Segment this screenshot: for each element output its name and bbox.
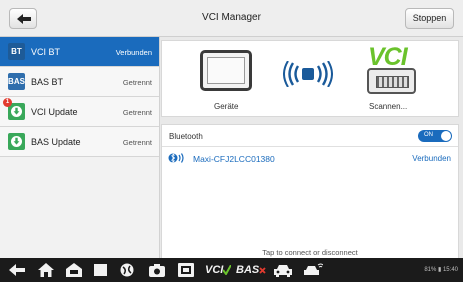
list-item-bas-update[interactable]: BAS Update Getrennt bbox=[0, 127, 159, 157]
status-indicators: 81% ▮ 15:40 bbox=[424, 267, 458, 273]
download-icon bbox=[8, 133, 25, 150]
car-icon[interactable] bbox=[274, 262, 292, 278]
tablet-icon[interactable] bbox=[200, 50, 252, 91]
notification-badge: 1 bbox=[3, 98, 12, 107]
camera-icon[interactable] bbox=[149, 262, 165, 278]
remote-car-icon[interactable] bbox=[303, 262, 323, 278]
list-item-label: BAS BT bbox=[31, 77, 64, 87]
vci-status-icon bbox=[223, 265, 232, 275]
back-icon[interactable] bbox=[9, 262, 25, 278]
connection-list: BT VCI BT Verbunden BAS BAS BT Getrennt … bbox=[0, 37, 160, 258]
bas-status-icon bbox=[259, 266, 266, 274]
signal-icon bbox=[283, 61, 333, 87]
list-item-status: Getrennt bbox=[122, 78, 152, 87]
device-status: Verbunden bbox=[412, 154, 451, 163]
bluetooth-title: Bluetooth bbox=[169, 132, 203, 141]
bas-shortcut-label: BAS bbox=[236, 264, 260, 276]
car-home-icon[interactable] bbox=[66, 262, 82, 278]
list-item-vci-update[interactable]: 1 VCI Update Getrennt bbox=[0, 97, 159, 127]
bluetooth-device-row[interactable]: Maxi-CFJ2LCC01380 Verbunden bbox=[162, 147, 458, 169]
bluetooth-header: Bluetooth ON bbox=[162, 125, 458, 147]
devices-label: Geräte bbox=[214, 102, 239, 111]
home-icon[interactable] bbox=[38, 262, 54, 278]
bas-shortcut[interactable]: BAS bbox=[236, 262, 266, 278]
list-item-label: VCI BT bbox=[31, 47, 61, 57]
bluetooth-panel: Bluetooth ON Maxi-CFJ2LCC01380 Verbunden… bbox=[161, 124, 459, 259]
toggle-knob bbox=[441, 131, 451, 141]
list-item-vci-bt[interactable]: BT VCI BT Verbunden bbox=[0, 37, 159, 67]
stop-button[interactable]: Stoppen bbox=[405, 8, 454, 29]
vci-device-icon[interactable] bbox=[367, 68, 416, 94]
scan-label: Scannen... bbox=[369, 102, 408, 111]
list-item-label: VCI Update bbox=[31, 107, 78, 117]
list-item-label: BAS Update bbox=[31, 137, 81, 147]
browser-icon[interactable] bbox=[120, 262, 134, 278]
recent-apps-icon[interactable] bbox=[94, 262, 107, 278]
bas-icon: BAS bbox=[8, 73, 25, 90]
vci-shortcut-label: VCI bbox=[205, 264, 224, 276]
device-name: Maxi-CFJ2LCC01380 bbox=[193, 154, 275, 164]
hint-text: Tap to connect or disconnect bbox=[262, 248, 358, 257]
page-title: VCI Manager bbox=[202, 12, 261, 23]
device-card: Geräte VCI Scannen... bbox=[161, 40, 459, 117]
bt-icon: BT bbox=[8, 43, 25, 60]
system-navbar: VCI BAS 81% ▮ 15:40 bbox=[0, 258, 463, 282]
screenshot-icon[interactable] bbox=[178, 262, 194, 278]
title-bar: VCI Manager Stoppen bbox=[0, 0, 463, 37]
list-item-status: Getrennt bbox=[122, 108, 152, 117]
toggle-label: ON bbox=[424, 132, 433, 138]
list-item-status: Getrennt bbox=[122, 138, 152, 147]
list-item-status: Verbunden bbox=[115, 48, 152, 57]
list-item-bas-bt[interactable]: BAS BAS BT Getrennt bbox=[0, 67, 159, 97]
bluetooth-device-icon bbox=[168, 153, 184, 163]
bluetooth-toggle[interactable]: ON bbox=[418, 130, 452, 142]
vci-shortcut[interactable]: VCI bbox=[205, 262, 232, 278]
